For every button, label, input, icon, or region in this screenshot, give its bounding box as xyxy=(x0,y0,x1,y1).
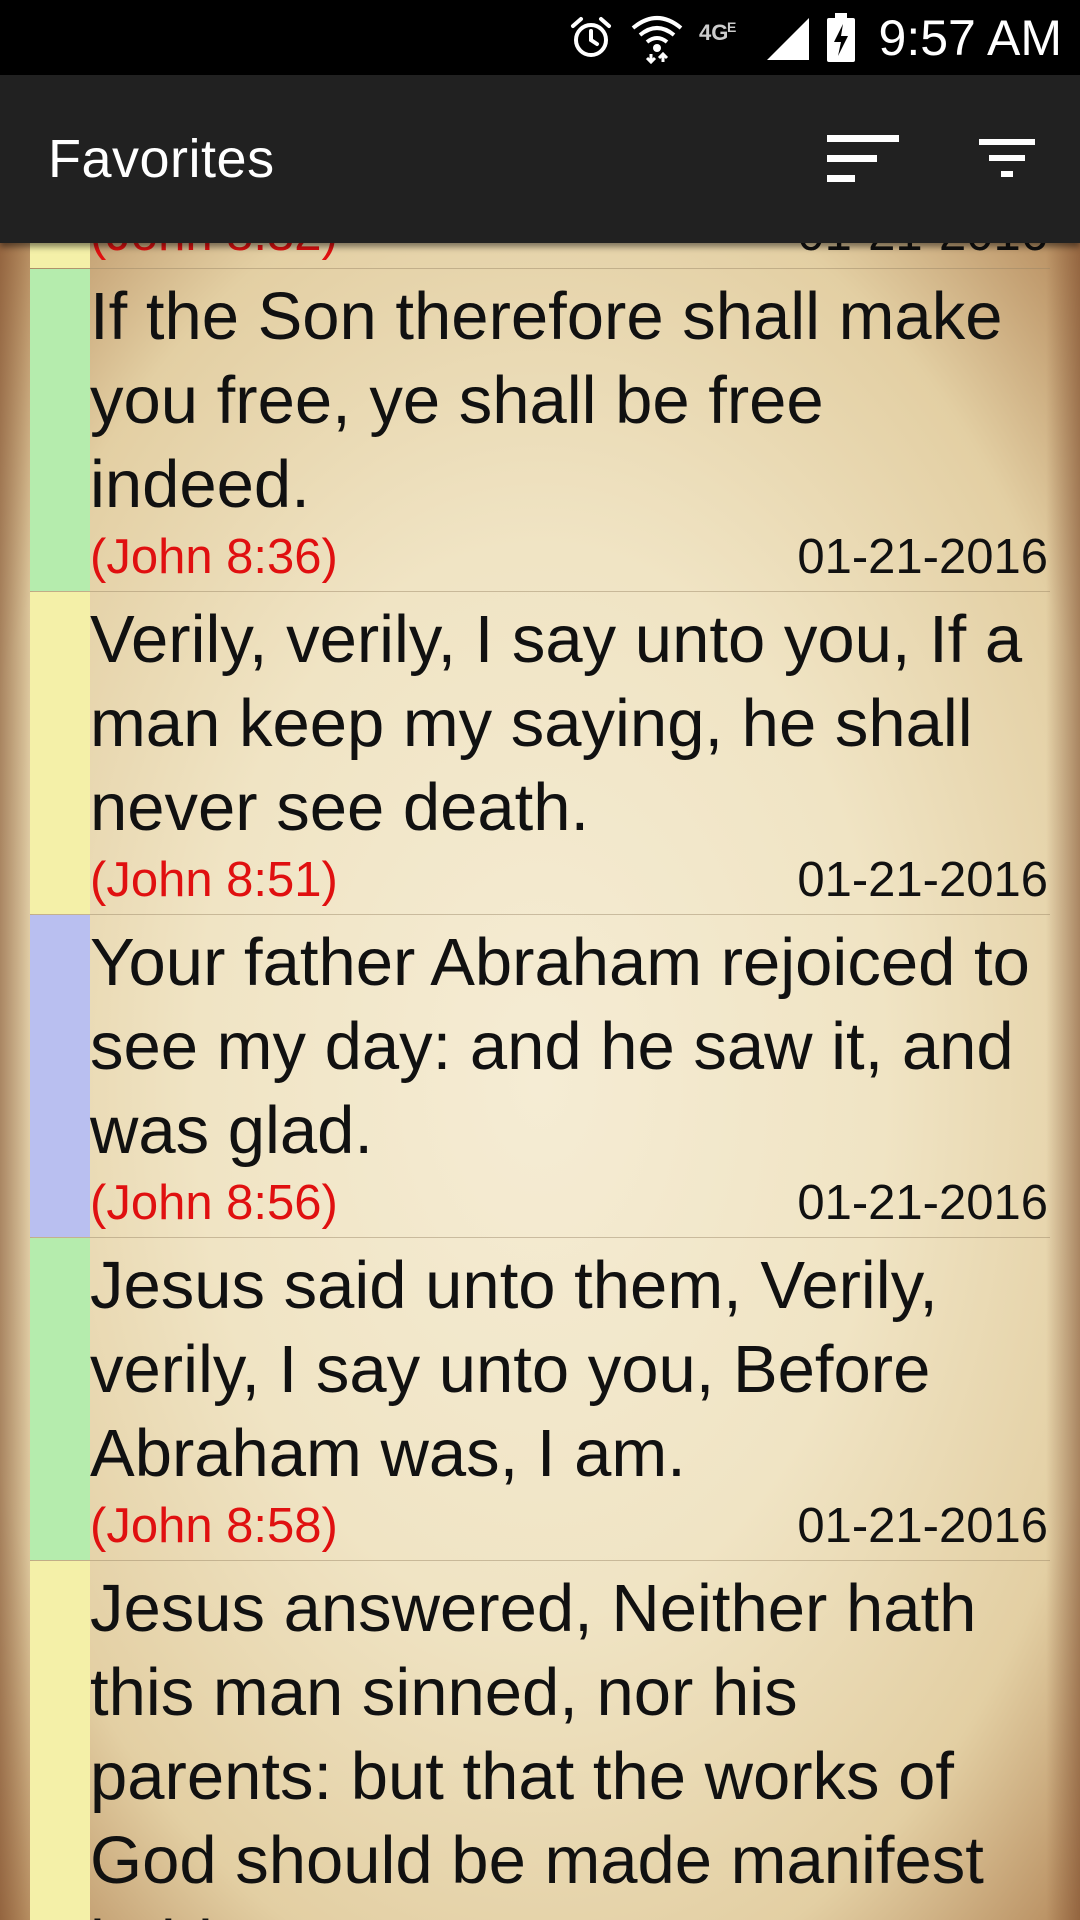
filter-icon xyxy=(979,139,1035,177)
verse-body: Your father Abraham rejoiced to see my d… xyxy=(90,915,1050,1237)
verse-text: Jesus answered, Neither hath this man si… xyxy=(90,1571,984,1920)
page-title: Favorites xyxy=(48,129,275,189)
verse-meta: (John 8:58) 01-21-2016 xyxy=(90,1496,1048,1556)
verse-text: If the Son therefore shall make you free… xyxy=(90,279,1003,522)
verse-text: Your father Abraham rejoiced to see my d… xyxy=(90,925,1030,1168)
verse-text: Jesus said unto them, Verily, verily, I … xyxy=(90,1248,938,1491)
status-bar: 4G E 9:57 AM xyxy=(0,0,1080,75)
verse-reference: (John 8:58) xyxy=(90,1499,338,1553)
sort-icon xyxy=(827,135,899,182)
wifi-icon xyxy=(629,12,685,64)
list-item[interactable]: Your father Abraham rejoiced to see my d… xyxy=(30,915,1050,1238)
alarm-icon xyxy=(567,14,615,62)
battery-icon xyxy=(825,12,857,64)
verse-body: (John 8:32) 01-21-2016 xyxy=(90,243,1050,268)
list-item[interactable]: Jesus answered, Neither hath this man si… xyxy=(30,1561,1050,1920)
verse-date: 01-21-2016 xyxy=(797,1176,1048,1230)
status-time: 9:57 AM xyxy=(878,9,1062,66)
verse-body: If the Son therefore shall make you free… xyxy=(90,269,1050,591)
network-4g-icon: 4G E xyxy=(699,18,749,58)
verse-reference: (John 8:36) xyxy=(90,530,338,584)
verse-date: 01-21-2016 xyxy=(797,853,1048,907)
verse-text: Verily, verily, I say unto you, If a man… xyxy=(90,602,1023,845)
favorites-list-area[interactable]: (John 8:32) 01-21-2016 If the Son theref… xyxy=(0,243,1080,1920)
verse-meta: (John 8:56) 01-21-2016 xyxy=(90,1173,1048,1233)
filter-button[interactable] xyxy=(962,114,1052,204)
verse-body: Jesus said unto them, Verily, verily, I … xyxy=(90,1238,1050,1560)
verse-meta: (John 8:32) 01-21-2016 xyxy=(90,243,1048,264)
status-icons: 4G E 9:57 AM xyxy=(567,0,1062,75)
list-item[interactable]: (John 8:32) 01-21-2016 xyxy=(30,243,1050,269)
verse-meta: (John 8:36) 01-21-2016 xyxy=(90,527,1048,587)
list-item[interactable]: Jesus said unto them, Verily, verily, I … xyxy=(30,1238,1050,1561)
svg-text:E: E xyxy=(727,19,736,35)
verse-body: Verily, verily, I say unto you, If a man… xyxy=(90,592,1050,914)
list-item[interactable]: Verily, verily, I say unto you, If a man… xyxy=(30,592,1050,915)
action-bar: Favorites xyxy=(0,75,1080,243)
color-tag xyxy=(30,915,90,1237)
verse-meta: (John 8:51) 01-21-2016 xyxy=(90,850,1048,910)
verse-date: 01-21-2016 xyxy=(797,1499,1048,1553)
verse-date: 01-21-2016 xyxy=(797,243,1048,264)
verse-body: Jesus answered, Neither hath this man si… xyxy=(90,1561,1050,1920)
favorites-list: (John 8:32) 01-21-2016 If the Son theref… xyxy=(30,243,1050,1920)
verse-reference: (John 8:32) xyxy=(90,243,338,264)
verse-reference: (John 8:51) xyxy=(90,853,338,907)
verse-reference: (John 8:56) xyxy=(90,1176,338,1230)
svg-text:4G: 4G xyxy=(699,20,728,45)
color-tag xyxy=(30,1238,90,1560)
color-tag xyxy=(30,269,90,591)
color-tag xyxy=(30,1561,90,1920)
color-tag xyxy=(30,243,90,268)
verse-date: 01-21-2016 xyxy=(797,530,1048,584)
signal-icon xyxy=(763,14,811,62)
color-tag xyxy=(30,592,90,914)
list-item[interactable]: If the Son therefore shall make you free… xyxy=(30,269,1050,592)
screen: 4G E 9:57 AM Favorites If the Son theref… xyxy=(0,0,1080,1920)
sort-button[interactable] xyxy=(818,114,908,204)
